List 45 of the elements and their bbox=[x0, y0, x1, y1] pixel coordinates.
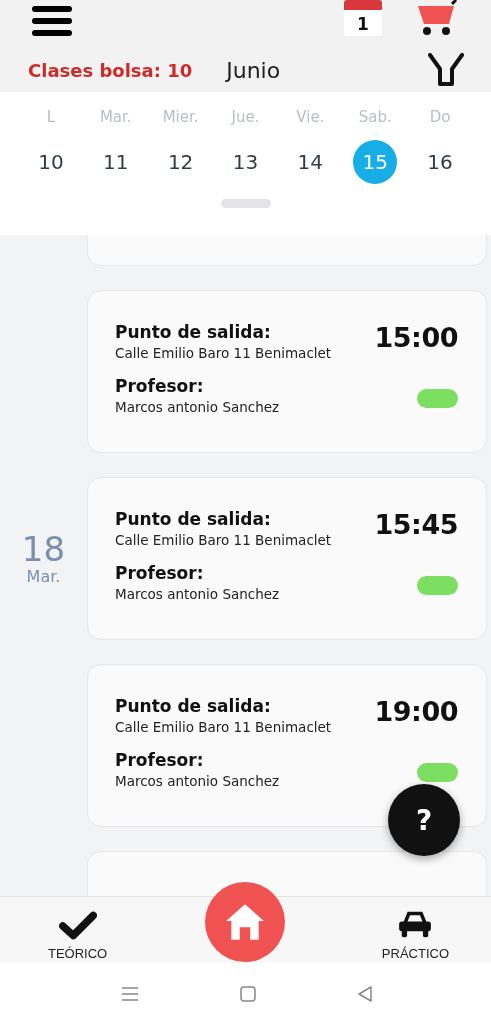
weekday-label: Vie. bbox=[296, 107, 325, 128]
calendar-icon[interactable]: 1 bbox=[344, 0, 382, 36]
teacher-name: Marcos antonio Sanchez bbox=[115, 772, 281, 791]
class-time: 15:00 bbox=[374, 321, 458, 355]
class-card[interactable]: Punto de salida: Calle Emilio Baro 11 Benimaclet Profesor: Marcos antonio Sanchez 15:00 bbox=[87, 290, 487, 453]
start-address: Calle Emilio Baro 11 Benimaclet bbox=[115, 718, 333, 737]
home-system-icon[interactable] bbox=[237, 983, 258, 1004]
check-icon bbox=[58, 910, 97, 940]
cart-icon[interactable] bbox=[416, 0, 458, 36]
weekday-label: Sab. bbox=[358, 107, 392, 128]
start-label: Punto de salida: bbox=[115, 321, 272, 343]
weekday-label: L bbox=[46, 107, 56, 128]
weekday-label: Mar. bbox=[99, 107, 132, 128]
start-address: Calle Emilio Baro 11 Benimaclet bbox=[115, 344, 333, 363]
drag-handle[interactable] bbox=[220, 199, 271, 208]
start-label: Punto de salida: bbox=[115, 508, 272, 530]
day-button[interactable]: 10 bbox=[28, 140, 73, 184]
teacher-name: Marcos antonio Sanchez bbox=[115, 585, 281, 604]
teacher-name: Marcos antonio Sanchez bbox=[115, 398, 281, 417]
weekday-label: Mier. bbox=[162, 107, 199, 128]
nav-tab[interactable]: PRÁCTICO bbox=[381, 910, 449, 963]
class-card[interactable]: Punto de salida: Calle Emilio Baro 11 Benimaclet Profesor: Marcos antonio Sanchez 15:45 bbox=[87, 477, 487, 640]
back-icon[interactable] bbox=[355, 983, 375, 1004]
weekday-label: Jue. bbox=[231, 107, 260, 128]
filter-icon[interactable] bbox=[428, 53, 464, 87]
start-label: Punto de salida: bbox=[115, 695, 272, 717]
menu-icon[interactable] bbox=[32, 5, 72, 37]
teacher-label: Profesor: bbox=[115, 375, 205, 397]
day-button[interactable]: 13 bbox=[223, 140, 268, 184]
class-time: 15:45 bbox=[374, 508, 458, 542]
day-button[interactable]: 16 bbox=[418, 140, 463, 184]
day-button[interactable]: 12 bbox=[158, 140, 203, 184]
start-address: Calle Emilio Baro 11 Benimaclet bbox=[115, 531, 333, 550]
class-time: 19:00 bbox=[374, 695, 458, 729]
weekday-label: Do bbox=[429, 107, 451, 128]
teacher-label: Profesor: bbox=[115, 562, 205, 584]
day-button[interactable]: 11 bbox=[93, 140, 138, 184]
class-card[interactable] bbox=[87, 851, 487, 896]
nav-tab[interactable]: TEÓRICO bbox=[48, 910, 108, 963]
teacher-label: Profesor: bbox=[115, 749, 205, 771]
date-day: 18 bbox=[21, 531, 66, 567]
date-weekday: Mar. bbox=[26, 567, 61, 586]
day-button[interactable]: 14 bbox=[288, 140, 333, 184]
month-title: Junio bbox=[226, 57, 281, 83]
class-credits: Clases bolsa: 10 bbox=[28, 59, 193, 81]
